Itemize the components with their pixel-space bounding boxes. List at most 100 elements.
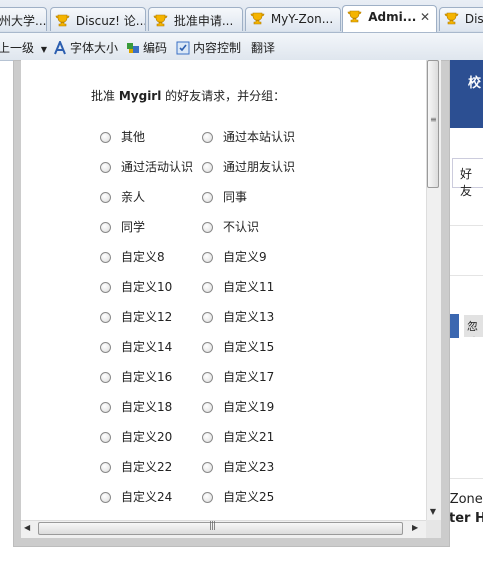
group-radio[interactable] [202, 462, 213, 473]
group-option[interactable]: 通过朋友认识 [202, 158, 295, 175]
scrollbar-corner [426, 520, 441, 538]
group-radio[interactable] [202, 432, 213, 443]
trophy-favicon-icon [55, 14, 70, 27]
dialog-content: 批准 Mygirl 的好友请求，并分组： 其他 通过本站认识通过活动认识 通过朋友认… [21, 60, 426, 520]
group-option[interactable]: 自定义23 [202, 458, 274, 475]
group-radio[interactable] [202, 282, 213, 293]
group-radio[interactable] [202, 312, 213, 323]
font-size-icon [54, 41, 66, 55]
group-radio[interactable] [202, 222, 213, 233]
group-option[interactable]: 自定义25 [202, 488, 274, 505]
browser-tab-2[interactable]: Discuz! 论... [50, 7, 146, 31]
divider [449, 275, 483, 276]
group-option[interactable]: 自定义11 [202, 278, 274, 295]
content-control-button[interactable]: 内容控制 [176, 39, 241, 56]
group-radio[interactable] [100, 342, 111, 353]
group-option[interactable]: 自定义8 [100, 248, 165, 265]
group-label: 自定义16 [121, 370, 173, 384]
encoding-button[interactable]: 编码 [126, 39, 167, 56]
group-label: 同学 [121, 220, 146, 234]
group-option[interactable]: 自定义17 [202, 368, 274, 385]
dialog-title: 批准 Mygirl 的好友请求，并分组： [91, 87, 285, 104]
group-option[interactable]: 自定义14 [100, 338, 172, 355]
group-radio[interactable] [100, 372, 111, 383]
group-label: 自定义18 [121, 400, 173, 414]
scroll-right-arrow-icon[interactable]: ▶ [412, 523, 418, 532]
command-bar: 上一级 ▼ 字体大小 编码 内容控制 翻译 [0, 33, 483, 61]
group-option[interactable]: 通过本站认识 [202, 128, 295, 145]
font-size-button[interactable]: 字体大小 [53, 39, 118, 56]
group-label: 自定义13 [223, 310, 275, 324]
group-option[interactable]: 同学 [100, 218, 145, 235]
group-radio[interactable] [100, 132, 111, 143]
group-radio[interactable] [202, 372, 213, 383]
group-radio[interactable] [100, 492, 111, 503]
up-level-label: 上一级 [0, 41, 35, 55]
group-radio[interactable] [202, 492, 213, 503]
group-label: 自定义24 [121, 490, 173, 504]
vertical-scroll-thumb[interactable] [427, 60, 439, 188]
group-option[interactable]: 自定义18 [100, 398, 172, 415]
group-option[interactable]: 自定义13 [202, 308, 274, 325]
scroll-down-arrow-icon[interactable]: ▼ [427, 507, 439, 519]
group-label: 自定义15 [223, 340, 275, 354]
group-radio[interactable] [202, 192, 213, 203]
grip-icon: ||| [209, 521, 216, 531]
group-option[interactable]: 自定义22 [100, 458, 172, 475]
group-label: 其他 [121, 130, 146, 144]
group-label: 通过本站认识 [223, 130, 296, 144]
background-ignore-button[interactable]: 忽略 [464, 315, 483, 337]
group-radio[interactable] [100, 462, 111, 473]
up-level-button[interactable]: 上一级 ▼ [0, 39, 47, 56]
browser-tab-3[interactable]: 批准申请... [148, 7, 243, 31]
group-radio[interactable] [100, 252, 111, 263]
title-prefix: 批准 [91, 89, 116, 103]
group-radio[interactable] [100, 282, 111, 293]
group-label: 自定义22 [121, 460, 173, 474]
group-option[interactable]: 自定义10 [100, 278, 172, 295]
trophy-favicon-icon [153, 14, 168, 27]
group-option[interactable]: 自定义21 [202, 428, 274, 445]
browser-tab-6[interactable]: Dis [439, 7, 483, 31]
group-radio[interactable] [100, 222, 111, 233]
group-radio[interactable] [202, 252, 213, 263]
group-radio[interactable] [100, 432, 111, 443]
group-option[interactable]: 亲人 [100, 188, 145, 205]
group-radio[interactable] [202, 162, 213, 173]
tab-5-label: Admi... [368, 10, 417, 24]
close-tab-icon[interactable]: ✕ [420, 10, 430, 24]
group-option[interactable]: 自定义15 [202, 338, 274, 355]
horizontal-scroll-thumb[interactable] [38, 522, 403, 535]
group-option[interactable]: 自定义16 [100, 368, 172, 385]
group-option[interactable]: 不认识 [202, 218, 259, 235]
group-radio[interactable] [202, 132, 213, 143]
group-option[interactable]: 其他 [100, 128, 145, 145]
divider [449, 478, 483, 479]
divider [449, 225, 483, 226]
browser-tab-1[interactable]: 州大学... [0, 7, 47, 31]
group-option[interactable]: 自定义12 [100, 308, 172, 325]
group-radio[interactable] [100, 162, 111, 173]
group-radio[interactable] [202, 402, 213, 413]
group-label: 自定义8 [121, 250, 165, 264]
title-suffix: 的好友请求，并分组： [165, 89, 286, 103]
background-approve-button[interactable] [449, 314, 459, 338]
group-label: 自定义14 [121, 340, 173, 354]
background-friends-tab[interactable]: 好友 [452, 158, 483, 198]
group-option[interactable]: 同事 [202, 188, 247, 205]
browser-tab-4[interactable]: MyY-Zon... [245, 7, 341, 31]
group-label: 自定义19 [223, 400, 275, 414]
group-option[interactable]: 自定义19 [202, 398, 274, 415]
group-radio[interactable] [100, 402, 111, 413]
tab-3-label: 批准申请... [173, 14, 234, 28]
scroll-left-arrow-icon[interactable]: ◀ [24, 523, 30, 532]
group-option[interactable]: 自定义9 [202, 248, 267, 265]
group-radio[interactable] [100, 312, 111, 323]
group-option[interactable]: 通过活动认识 [100, 158, 193, 175]
group-option[interactable]: 自定义20 [100, 428, 172, 445]
browser-tab-5-active[interactable]: Admi... ✕ [342, 5, 437, 32]
group-option[interactable]: 自定义24 [100, 488, 172, 505]
translate-button[interactable]: 翻译 [251, 39, 275, 56]
group-radio[interactable] [202, 342, 213, 353]
group-radio[interactable] [100, 192, 111, 203]
